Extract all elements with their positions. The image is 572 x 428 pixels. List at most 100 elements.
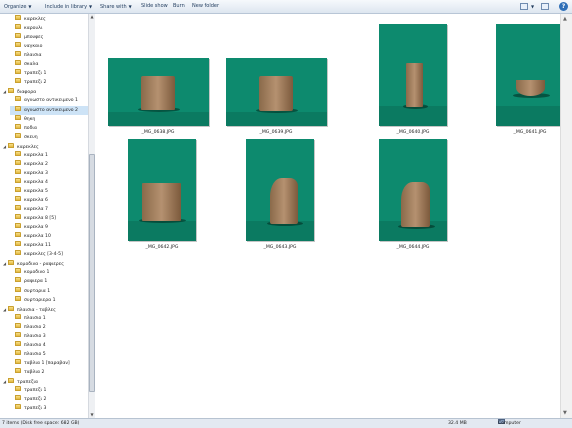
file-name-label: _MG_0643.JPG: [263, 245, 297, 250]
folder-icon: [15, 123, 21, 129]
burn-button[interactable]: Burn: [173, 2, 185, 11]
nav-folder-item[interactable]: σκαλα: [10, 60, 88, 69]
nav-folder-item[interactable]: ποδια: [10, 123, 88, 133]
nav-folder-label: τραπεζι 3: [24, 406, 47, 412]
nav-folder-item[interactable]: καρεκλα 7: [10, 205, 88, 214]
share-with-label: Share with: [100, 4, 127, 10]
nav-folder-item[interactable]: ◢ καρεκλες: [3, 142, 88, 151]
image-thumbnail[interactable]: [107, 58, 209, 126]
nav-folder-item[interactable]: καρεκλα 3: [10, 168, 88, 178]
nav-folder-item[interactable]: τραπεζι 2: [10, 395, 88, 404]
nav-folder-item[interactable]: πλαισιο 3: [10, 331, 88, 341]
nav-folder-item[interactable]: ραφιερα 1: [10, 277, 88, 286]
image-thumbnail[interactable]: [225, 58, 327, 126]
nav-folder-label: καρουλι: [24, 26, 43, 32]
nav-folder-label: καρεκλες: [17, 144, 39, 150]
nav-folder-item[interactable]: σκευη: [10, 132, 88, 142]
nav-folder-item[interactable]: καρεκλα 2: [10, 159, 88, 169]
folder-icon: [15, 268, 21, 274]
nav-folder-item[interactable]: πλαισιο 2: [10, 322, 88, 332]
image-thumbnail[interactable]: [246, 139, 314, 241]
slide-show-button[interactable]: Slide show: [141, 2, 168, 11]
nav-folder-item[interactable]: πλαισιο 1: [10, 313, 88, 323]
nav-folder-item[interactable]: καρεκλα 6: [10, 196, 88, 205]
folder-icon: [15, 232, 21, 238]
nav-folder-item[interactable]: ◢ πλαισια - ταβλες: [3, 305, 88, 314]
file-list: _MG_0638.JPG _MG_0639.JPG _MG_0640.JPG _MG_…: [95, 14, 564, 418]
nav-folder-item[interactable]: τραπεζι 1: [10, 69, 88, 78]
folder-icon: [15, 114, 21, 120]
nav-folder-item[interactable]: μπουφες: [10, 33, 88, 42]
folder-icon: [15, 295, 21, 301]
nav-folder-label: τραπεζι 1: [24, 388, 47, 394]
nav-folder-item[interactable]: πλαισιο 4: [10, 340, 88, 350]
scroll-down-icon[interactable]: ▼: [563, 410, 567, 416]
status-bar: 7 items (Disk free space: 682 GB) 32.4 M…: [0, 418, 572, 428]
image-thumbnail[interactable]: [128, 139, 196, 241]
nav-folder-item[interactable]: καρεκλα 11: [10, 241, 88, 250]
folder-icon: [8, 88, 14, 94]
nav-folder-item[interactable]: αγνωστο αντικειμενο 2: [10, 105, 88, 115]
include-in-library-button[interactable]: Include in library ▼: [45, 2, 92, 12]
view-options-icon[interactable]: [520, 3, 528, 10]
nav-folder-label: θηκη: [24, 116, 36, 122]
nav-folder-item[interactable]: ταβλια 2: [10, 367, 88, 377]
nav-folder-item[interactable]: τραπεζι 1: [10, 386, 88, 395]
nav-folder-item[interactable]: καρουλι: [10, 24, 88, 33]
nav-folder-item[interactable]: ταβλια 1 [παραβαν]: [10, 358, 88, 368]
photo-backdrop: [128, 220, 196, 241]
chevron-down-icon[interactable]: ▼: [531, 2, 534, 11]
nav-folder-label: πλαισιο 3: [24, 333, 46, 339]
help-icon[interactable]: ?: [559, 2, 568, 11]
nav-folder-label: καρεκλες [3-4-5]: [24, 252, 63, 258]
nav-folder-label: μπουφες: [24, 35, 44, 41]
nav-folder-item[interactable]: αγνωστο αντικειμενο 1: [10, 96, 88, 105]
nav-folder-item[interactable]: συρταριερα 1: [10, 295, 88, 305]
nav-folder-item[interactable]: ◢ διαφορα: [3, 87, 88, 96]
nav-folder-item[interactable]: τραπεζι 3: [10, 404, 88, 413]
nav-folder-label: κομοδινο 1: [24, 270, 50, 276]
nav-folder-item[interactable]: καρεκλα 5: [10, 186, 88, 196]
nav-folder-label: καρεκλα 1: [24, 152, 48, 158]
nav-folder-item[interactable]: καρεκλα 9: [10, 223, 88, 232]
folder-icon: [15, 168, 21, 174]
image-thumbnail[interactable]: [496, 24, 564, 126]
nav-folder-item[interactable]: ◢ κομοδινα - ραφιερες: [3, 259, 88, 268]
organize-button[interactable]: Organize ▼: [4, 2, 31, 12]
folder-icon: [15, 132, 21, 138]
nav-folder-item[interactable]: καρεκλα 4: [10, 177, 88, 187]
new-folder-button[interactable]: New folder: [192, 2, 219, 11]
folder-icon: [15, 96, 21, 102]
nav-folder-item[interactable]: καρεκλα 1: [10, 150, 88, 160]
nav-folder-label: καρεκλα 8 [5]: [24, 216, 56, 222]
nav-folder-item[interactable]: ◢ τραπεζια: [3, 377, 88, 386]
nav-folder-item[interactable]: καρεκλες: [10, 15, 88, 24]
share-with-button[interactable]: Share with ▼: [100, 2, 132, 12]
nav-folder-item[interactable]: καρεκλα 8 [5]: [10, 214, 88, 223]
nav-folder-item[interactable]: πλαισια: [10, 51, 88, 60]
nav-folder-item[interactable]: πλαισιο 5: [10, 349, 88, 359]
folder-icon: [15, 159, 21, 165]
nav-folder-item[interactable]: συρταρια 1: [10, 286, 88, 296]
file-name-label: _MG_0638.JPG: [141, 130, 175, 135]
nav-folder-item[interactable]: καρεκλα 10: [10, 232, 88, 241]
folder-icon: [15, 277, 21, 283]
command-bar: Organize ▼ Include in library ▼ Share with…: [0, 0, 572, 14]
preview-pane-icon[interactable]: [541, 3, 549, 10]
nav-folder-label: καρεκλα 5: [24, 188, 48, 194]
nav-folder-item[interactable]: κομοδινο 1: [10, 268, 88, 277]
scroll-up-icon[interactable]: ▲: [563, 16, 567, 22]
content-scrollbar[interactable]: ▲ ▼: [560, 14, 572, 418]
image-thumbnail[interactable]: [379, 139, 447, 241]
folder-icon: [15, 331, 21, 337]
image-thumbnail[interactable]: [379, 24, 447, 126]
folder-icon: [15, 196, 21, 201]
nav-folder-item[interactable]: τραπεζι 2: [10, 78, 88, 87]
nav-folder-item[interactable]: θηκη: [10, 114, 88, 124]
nav-folder-label: καρεκλα 4: [24, 179, 48, 185]
navigation-scrollbar[interactable]: ▲ ▼: [88, 14, 95, 418]
nav-folder-item[interactable]: ναγκαιο: [10, 42, 88, 51]
nav-folder-item[interactable]: καρεκλες [3-4-5]: [10, 250, 88, 259]
nav-folder-label: ταβλια 2: [24, 369, 45, 375]
folder-icon: [8, 378, 14, 383]
